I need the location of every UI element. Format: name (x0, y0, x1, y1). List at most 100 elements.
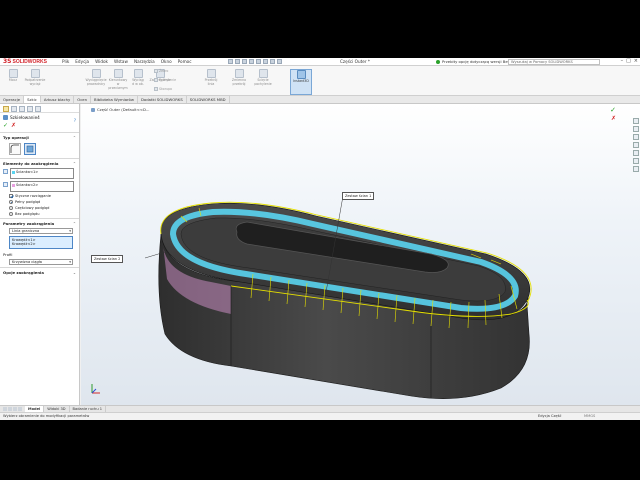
part-model[interactable] (81, 104, 640, 405)
undo-icon[interactable] (256, 59, 261, 64)
unit-system[interactable]: MMGS (584, 414, 595, 418)
tab-sheet-metal[interactable]: Arkusz blachy (41, 96, 75, 103)
property-manager-tab-icon[interactable] (11, 106, 17, 112)
draft-icon (154, 78, 158, 82)
open-icon[interactable] (235, 59, 240, 64)
sweep-icon (91, 69, 101, 78)
face-set-2-item[interactable]: Ścianka<2> (12, 183, 72, 187)
cmd-section[interactable]: Przekrój linia (200, 69, 222, 87)
tangent-propagation-checkbox[interactable] (9, 194, 13, 198)
options-icon[interactable] (277, 59, 282, 64)
partial-preview-radio[interactable] (9, 206, 13, 210)
logo-text: SOLIDWORKS (12, 58, 47, 65)
no-preview-row[interactable]: Bez podglądu (3, 212, 76, 216)
cmd-extrude[interactable]: Podpatrzenie wyciąż (24, 69, 46, 87)
maximize-button[interactable]: □ (626, 58, 631, 64)
face-set-2-selection-box[interactable]: Ścianka<2> (10, 181, 74, 192)
tab-addins[interactable]: Dodatki SOLIDWORKS (138, 96, 187, 103)
status-dot-icon (436, 59, 440, 64)
feature-manager-tab-icon[interactable] (3, 106, 9, 112)
tangent-propagation-label: Styczne rozciąganie (15, 194, 51, 198)
face-set-1-row: Ścianka<1> (3, 168, 76, 179)
cmd-instant3d[interactable]: Instant3D (290, 69, 312, 95)
group-fillet-type: Typ operacji ⌃ (0, 132, 79, 158)
dimxpert-tab-icon[interactable] (27, 106, 33, 112)
select-icon[interactable] (263, 59, 268, 64)
app-logo[interactable]: 3S SOLIDWORKS (0, 58, 58, 65)
face-set-2-icon (3, 182, 8, 187)
chamfer-icon (258, 69, 268, 78)
help-search-input[interactable]: Wyszukaj w Pomocy SOLIDWORKS (508, 59, 600, 65)
ok-button[interactable]: ✓ (3, 123, 8, 129)
tab-mbd[interactable]: SOLIDWORKS MBD (187, 96, 230, 103)
profile-select[interactable]: Krzywizna ciągła ▾ (9, 259, 73, 265)
menu-insert[interactable]: Wstaw (114, 59, 128, 64)
cmd-direction-label: Kierunkowy w przeciwnym (108, 78, 128, 90)
manager-tabs (0, 104, 79, 113)
partial-preview-row[interactable]: Częściowy podgląd (3, 206, 76, 210)
face-set-1-item[interactable]: Ścianka<1> (12, 170, 72, 174)
menu-view[interactable]: Widok (95, 59, 108, 64)
cmd-mold[interactable]: Mocz (2, 69, 24, 83)
constant-size-fillet-icon[interactable] (9, 143, 21, 155)
minimize-button[interactable]: – (621, 58, 624, 64)
configuration-manager-tab-icon[interactable] (19, 106, 25, 112)
full-preview-row[interactable]: Pełny podgląd (3, 200, 76, 204)
new-icon[interactable] (228, 59, 233, 64)
tangent-propagation-row[interactable]: Styczne rozciąganie (3, 194, 76, 198)
cmd-section-label: Przekrój linia (204, 78, 218, 86)
cancel-button[interactable]: ✗ (11, 123, 16, 129)
face-set-1-selection-box[interactable]: Ścianka<1> (10, 168, 74, 179)
tab-evaluate[interactable]: Ocen (74, 96, 92, 103)
letterbox-top (0, 0, 640, 58)
cmd-draft[interactable]: Pochylenie (154, 78, 176, 82)
save-icon[interactable] (242, 59, 247, 64)
rebuild-icon[interactable] (270, 59, 275, 64)
full-preview-radio[interactable] (9, 200, 13, 204)
tab-sketch[interactable]: Szkic (24, 96, 41, 103)
group-items-header[interactable]: Elementy do zaokrąglenia ⌃ (3, 161, 76, 166)
cmd-variable[interactable]: Zmienno przekrój (228, 69, 250, 87)
first-tab-icon[interactable] (3, 407, 7, 411)
cmd-variable-label: Zmienno przekrój (231, 78, 247, 86)
list-item[interactable]: Krawędź<2> (12, 242, 70, 246)
tab-dimension-library[interactable]: Biblioteka Wymiarów (91, 96, 138, 103)
menu-help[interactable]: Pomoc (178, 59, 192, 64)
partial-preview-label: Częściowy podgląd (15, 206, 50, 210)
callout-face-set-2[interactable]: Zestaw ścian 2 (91, 255, 124, 263)
fillet-method-select[interactable]: Linia graniczna ▾ (9, 228, 73, 234)
group-options-label: Opcje zaokrąglenia (3, 270, 44, 275)
menu-tools[interactable]: Narzędzia (134, 59, 155, 64)
hold-line-list[interactable]: Krawędź<1> Krawędź<2> (9, 236, 73, 249)
cmd-direction[interactable]: Kierunkowy w przeciwnym (107, 69, 129, 90)
cmd-sweep[interactable]: Wyciągnięcie prowadnicy (85, 69, 107, 87)
group-params-header[interactable]: Parametry zaokrąglenia ⌃ (3, 221, 76, 226)
cmd-sweep-label: Wyciągnięcie prowadnicy (85, 78, 107, 86)
menu-window[interactable]: Okno (161, 59, 172, 64)
group-params-label: Parametry zaokrąglenia (3, 221, 55, 226)
display-manager-tab-icon[interactable] (35, 106, 41, 112)
no-preview-radio[interactable] (9, 212, 13, 216)
menu-file[interactable]: Plik (62, 59, 69, 64)
graphics-area[interactable]: Część Outer (Default<<D... ✓ ✗ Zestaw śc… (81, 104, 640, 405)
swatch-cyan (12, 170, 15, 174)
collapse-icon: ⌃ (72, 135, 76, 140)
cmd-cut-label: Wyciąg d w ob. (132, 78, 144, 86)
tab-features[interactable]: Operacje (0, 96, 25, 103)
menu-edit[interactable]: Edycja (75, 59, 89, 64)
callout-face-set-1[interactable]: Zestaw ścian 1 (342, 192, 375, 200)
close-button[interactable]: × (634, 58, 638, 64)
cmd-rib[interactable]: Żebro (154, 69, 168, 73)
profile-label: Profil (3, 252, 13, 257)
face-fillet-icon[interactable] (24, 143, 36, 155)
next-tab-icon[interactable] (13, 407, 17, 411)
section-icon (206, 69, 216, 78)
cmd-shell[interactable]: Skorupa (154, 87, 172, 91)
help-icon[interactable]: ? (74, 118, 76, 123)
last-tab-icon[interactable] (18, 407, 22, 411)
cmd-chamfer[interactable]: Ścięcie pochylenie (252, 69, 274, 87)
cmd-cut[interactable]: Wyciąg d w ob. (127, 69, 149, 87)
print-icon[interactable] (249, 59, 254, 64)
prev-tab-icon[interactable] (8, 407, 12, 411)
group-options-header[interactable]: Opcje zaokrąglenia ⌄ (3, 270, 76, 275)
